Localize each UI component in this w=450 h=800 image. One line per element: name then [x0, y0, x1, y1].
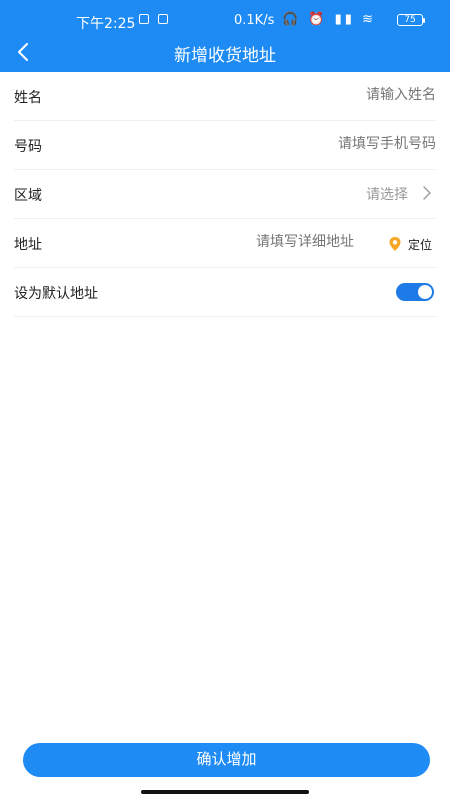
signal-icon: ▮▮ [334, 12, 355, 27]
region-select[interactable]: 请选择 [366, 184, 408, 204]
phone-row: 号码 [14, 121, 436, 170]
default-address-toggle[interactable] [396, 283, 434, 301]
network-speed: 0.1K/s [234, 13, 275, 28]
chevron-right-icon [423, 186, 431, 200]
name-row: 姓名 [14, 72, 436, 121]
address-input[interactable] [154, 233, 354, 249]
status-icons: 🎧 ⏰ ▮▮ ≋ [282, 12, 376, 27]
shield-icon [158, 14, 168, 24]
address-label: 地址 [14, 237, 42, 253]
notification-icon [139, 14, 149, 24]
region-label: 区域 [14, 188, 42, 204]
top-bar: 下午2:25 0.1K/s 🎧 ⏰ ▮▮ ≋ 75 新增收货地址 [0, 0, 450, 72]
phone-input[interactable] [236, 135, 436, 151]
toggle-knob [418, 285, 432, 299]
default-address-label: 设为默认地址 [14, 286, 98, 302]
wifi-icon: ≋ [362, 12, 377, 27]
alarm-icon: ⏰ [308, 12, 328, 27]
name-input[interactable] [236, 86, 436, 102]
battery-icon: 75 [397, 14, 425, 26]
address-form: 姓名 号码 区域 请选择 地址 定位 设为默认地址 [0, 72, 450, 317]
phone-label: 号码 [14, 139, 42, 155]
locate-label: 定位 [407, 237, 432, 252]
headset-icon: 🎧 [282, 12, 302, 27]
locate-button[interactable]: 定位 [388, 235, 432, 253]
confirm-add-button[interactable]: 确认增加 [23, 743, 430, 777]
status-time: 下午2:25 [76, 16, 136, 32]
home-indicator[interactable] [141, 790, 309, 794]
address-row: 地址 定位 [14, 219, 436, 268]
default-address-row: 设为默认地址 [14, 268, 436, 317]
region-row[interactable]: 区域 请选择 [14, 170, 436, 219]
page-title: 新增收货地址 [174, 46, 276, 66]
status-bar: 下午2:25 0.1K/s 🎧 ⏰ ▮▮ ≋ 75 [0, 0, 450, 38]
location-pin-icon [389, 237, 401, 251]
name-label: 姓名 [14, 90, 42, 106]
